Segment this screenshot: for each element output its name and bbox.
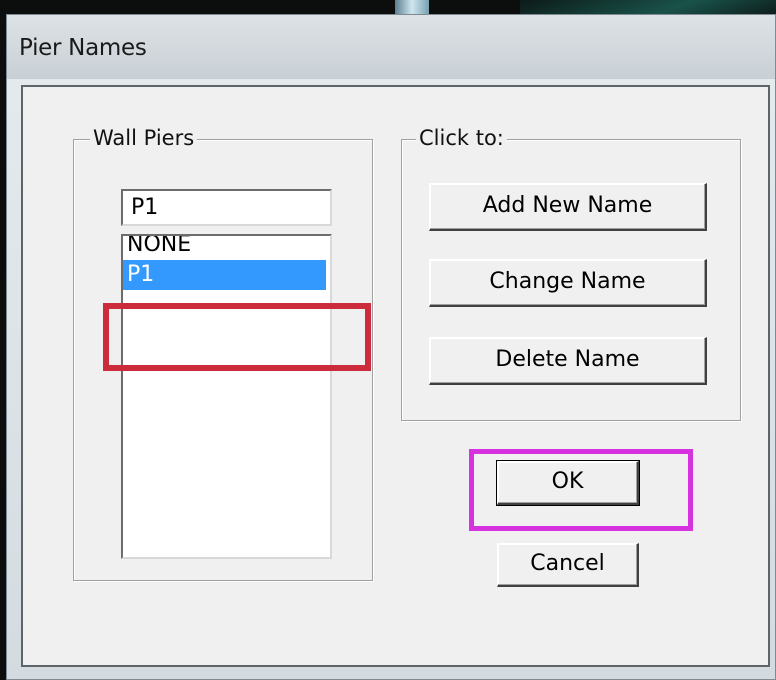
title-bar[interactable]: Pier Names bbox=[7, 15, 775, 79]
magenta-highlight-box bbox=[469, 449, 693, 531]
pier-name-input[interactable]: P1 bbox=[121, 189, 332, 226]
cancel-button[interactable]: Cancel bbox=[497, 543, 639, 587]
delete-name-label: Delete Name bbox=[495, 347, 640, 372]
pier-names-list[interactable]: NONE P1 bbox=[121, 234, 332, 559]
pier-names-dialog: Pier Names Wall Piers P1 NONE P1 Click t… bbox=[6, 14, 776, 680]
click-to-legend: Click to: bbox=[416, 126, 507, 150]
list-item-none[interactable]: NONE bbox=[123, 236, 326, 260]
red-highlight-box bbox=[103, 303, 371, 371]
cancel-label: Cancel bbox=[530, 551, 605, 576]
change-name-label: Change Name bbox=[489, 269, 646, 294]
dialog-client-area: Wall Piers P1 NONE P1 Click to: Add New … bbox=[21, 85, 770, 667]
change-name-button[interactable]: Change Name bbox=[429, 259, 707, 307]
add-new-name-button[interactable]: Add New Name bbox=[429, 183, 707, 231]
add-new-name-label: Add New Name bbox=[482, 193, 653, 218]
wall-piers-legend: Wall Piers bbox=[90, 126, 198, 150]
list-item-p1[interactable]: P1 bbox=[123, 260, 326, 290]
delete-name-button[interactable]: Delete Name bbox=[429, 337, 707, 385]
dialog-title: Pier Names bbox=[19, 35, 147, 61]
